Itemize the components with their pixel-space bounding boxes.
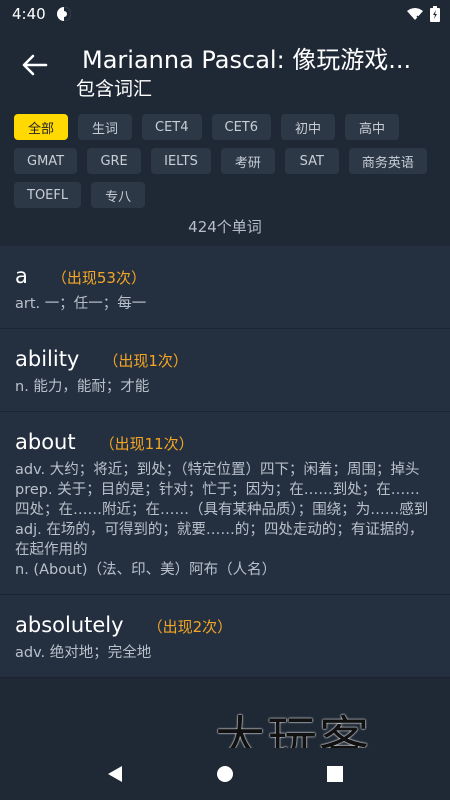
filter-chip[interactable]: SAT xyxy=(284,148,339,174)
nav-recents-button[interactable] xyxy=(315,754,355,794)
filter-chip[interactable]: IELTS xyxy=(151,148,211,174)
filter-chip[interactable]: GRE xyxy=(87,148,142,174)
status-time: 4:40 xyxy=(12,5,46,23)
word-text: about xyxy=(15,430,76,454)
arrow-left-icon xyxy=(22,54,48,76)
filter-chip[interactable]: GMAT xyxy=(14,148,78,174)
word-frequency: （出现1次） xyxy=(103,352,188,370)
app-notification-icon xyxy=(56,6,72,22)
filter-chip[interactable]: CET6 xyxy=(211,114,272,140)
filter-chip[interactable]: CET4 xyxy=(142,114,202,140)
word-definition: adv. 大约；将近；到处；（特定位置）四下；闲着；周围；掉头 xyxy=(15,462,420,478)
word-definition: n. 能力，能耐；才能 xyxy=(15,379,150,395)
back-button[interactable] xyxy=(20,50,50,80)
filter-chip[interactable]: 专八 xyxy=(91,182,146,208)
word-header: about （出现11次） xyxy=(15,430,434,454)
word-list: a （出现53次） art. 一；任一；每一 ability （出现1次） n. 能力，能… xyxy=(0,246,450,748)
battery-icon xyxy=(430,6,440,26)
status-icons xyxy=(406,6,440,26)
word-frequency: （出现53次） xyxy=(51,269,146,287)
filter-chip[interactable]: 生词 xyxy=(78,114,132,140)
word-list-item[interactable]: absolutely （出现2次） adv. 绝对地；完全地 xyxy=(0,595,450,678)
filter-chip[interactable]: 商务英语 xyxy=(348,148,427,174)
word-list-item[interactable]: ability （出现1次） n. 能力，能耐；才能 xyxy=(0,329,450,412)
word-frequency: （出现2次） xyxy=(147,618,233,636)
filter-chip[interactable]: 考研 xyxy=(220,148,275,174)
filter-chips: 全部 生词 CET4 CET6 初中 高中 GMAT GRE IELTS 考研 SAT 商务英语 TOE… xyxy=(14,114,444,208)
word-definition: adv. 绝对地；完全地 xyxy=(15,645,152,661)
word-definition: adj. 在场的，可得到的；就要……的；四处走动的；有证据的，在起作用的 xyxy=(15,522,424,558)
square-recents-icon xyxy=(327,766,343,782)
word-list-item[interactable]: about （出现11次） adv. 大约；将近；到处；（特定位置）四下；闲着；周围… xyxy=(0,412,450,595)
word-count: 424个单词 xyxy=(188,218,262,236)
page-title: Marianna Pascal: 像玩游戏... xyxy=(82,46,412,74)
filter-chip[interactable]: 初中 xyxy=(281,114,336,140)
filter-chip[interactable]: 高中 xyxy=(345,114,400,140)
page-subtitle: 包含词汇 xyxy=(76,78,153,100)
filter-chip[interactable]: TOEFL xyxy=(14,182,82,208)
word-header: absolutely （出现2次） xyxy=(15,613,434,637)
word-text: ability xyxy=(15,347,80,371)
app-bar: Marianna Pascal: 像玩游戏... 包含词汇 xyxy=(0,28,450,108)
word-frequency: （出现11次） xyxy=(99,435,194,453)
word-definition: prep. 关于；目的是；针对；忙于；因为；在……到处；在……四处；在……附近；… xyxy=(15,482,429,518)
word-text: absolutely xyxy=(15,613,124,637)
circle-home-icon xyxy=(217,766,233,782)
word-header: ability （出现1次） xyxy=(15,347,434,371)
nav-home-button[interactable] xyxy=(205,754,245,794)
navigation-bar xyxy=(0,748,450,800)
word-list-item[interactable]: a （出现53次） art. 一；任一；每一 xyxy=(0,246,450,329)
triangle-back-icon xyxy=(108,766,122,782)
status-bar: 4:40 xyxy=(0,0,450,28)
word-definition: n. (About)（法、印、美）阿布（人名） xyxy=(15,562,277,578)
word-definition: art. 一；任一；每一 xyxy=(15,296,147,312)
wifi-icon xyxy=(406,7,424,25)
filter-chip[interactable]: 全部 xyxy=(14,114,68,140)
nav-back-button[interactable] xyxy=(95,754,135,794)
word-text: a xyxy=(15,264,28,288)
word-header: a （出现53次） xyxy=(15,264,434,288)
